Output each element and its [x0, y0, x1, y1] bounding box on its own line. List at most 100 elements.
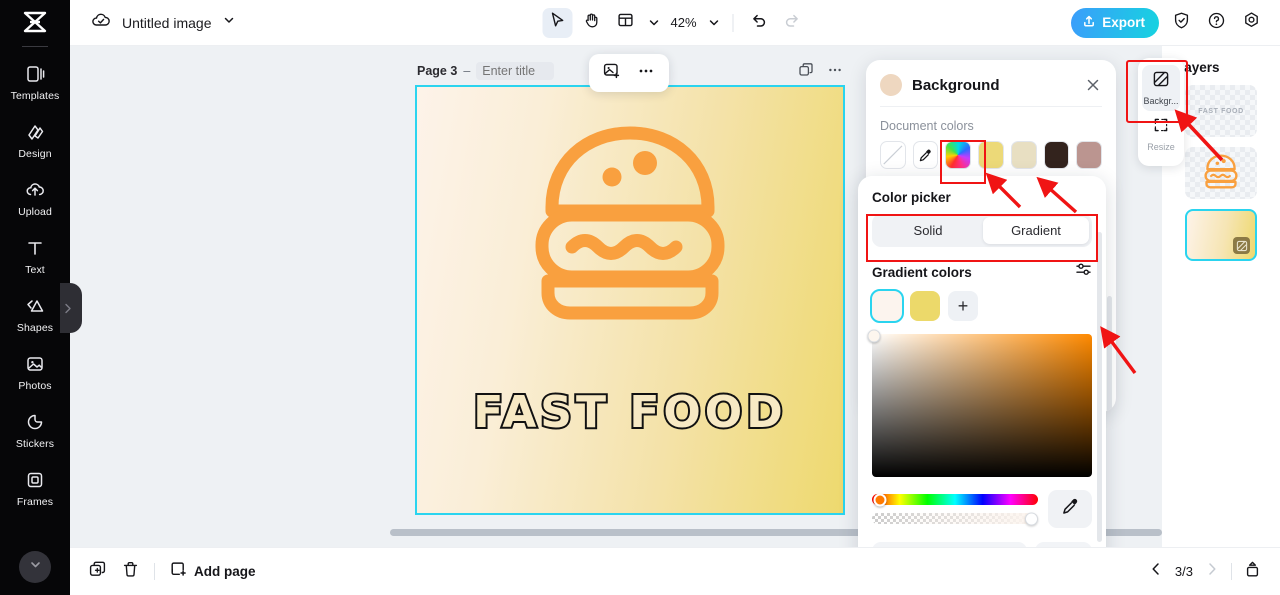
saturation-value-field[interactable]	[867, 329, 1092, 477]
sidebar-label-shapes: Shapes	[16, 321, 54, 334]
swatch-eyedropper[interactable]	[912, 141, 939, 169]
duplicate-page-icon[interactable]	[88, 560, 107, 584]
settings-icon	[1242, 11, 1261, 35]
sidebar-item-frames[interactable]: Frames	[0, 459, 70, 517]
settings-button[interactable]	[1238, 10, 1264, 36]
bottom-toolbar: Add page 3/3	[70, 547, 1280, 595]
duplicate-icon[interactable]	[798, 62, 814, 83]
zoom-chevron-down-icon[interactable]	[705, 10, 723, 36]
sidebar-item-stickers[interactable]: Stickers	[0, 401, 70, 459]
hand-tool-button[interactable]	[577, 8, 607, 38]
layer-item-text[interactable]: FAST FOOD	[1185, 85, 1257, 137]
page-indicator: 3/3	[1174, 564, 1193, 579]
hand-icon	[583, 11, 601, 34]
document-title-chevron-down-icon[interactable]	[222, 13, 236, 32]
swatch-cream[interactable]	[1010, 141, 1037, 169]
gradient-colors-label: Gradient colors	[872, 264, 972, 280]
canvas-text-fast-food[interactable]: FAST FOOD	[417, 385, 843, 440]
layout-chevron-down-icon[interactable]	[645, 10, 663, 36]
background-panel-title: Background	[912, 76, 1000, 94]
background-panel-close-button[interactable]	[1084, 76, 1102, 94]
sidebar-item-photos[interactable]: Photos	[0, 343, 70, 401]
chevron-left-icon[interactable]	[1148, 561, 1164, 582]
add-gradient-stop-button[interactable]: +	[948, 291, 978, 321]
color-sliders	[872, 493, 1038, 525]
canvas-page-3[interactable]: FAST FOOD	[415, 85, 845, 515]
chevron-right-icon[interactable]	[1204, 561, 1220, 582]
background-layer-badge	[1233, 237, 1250, 254]
alpha-knob[interactable]	[1025, 512, 1038, 525]
page-grid-icon[interactable]	[1243, 560, 1262, 584]
chevron-down-icon	[29, 558, 42, 576]
swatch-yellow[interactable]	[978, 141, 1004, 169]
zoom-level[interactable]: 42%	[667, 15, 701, 30]
gradient-stops-row: +	[858, 289, 1106, 323]
hue-knob[interactable]	[873, 493, 887, 506]
page-title-input[interactable]	[476, 62, 555, 80]
resize-icon	[1152, 116, 1170, 139]
swatch-rainbow-picker[interactable]	[945, 141, 972, 169]
background-color-preview[interactable]	[880, 74, 902, 96]
saturation-knob[interactable]	[867, 329, 881, 343]
shield-check-button[interactable]	[1168, 10, 1194, 36]
add-page-icon	[169, 560, 187, 583]
float-more-button[interactable]	[631, 58, 661, 88]
eyedropper-button[interactable]	[1048, 490, 1092, 528]
color-picker-scrollbar[interactable]	[1097, 232, 1102, 542]
bottom-divider-right	[1231, 563, 1232, 580]
top-toolbar: Untitled image 42% Export	[70, 0, 1280, 46]
stickers-icon	[24, 411, 46, 433]
tab-solid[interactable]: Solid	[875, 217, 981, 244]
photos-icon	[24, 353, 46, 375]
cursor-arrow-icon	[549, 11, 567, 34]
gradient-stop-1[interactable]	[870, 289, 904, 323]
sidebar-label-photos: Photos	[18, 379, 52, 392]
document-colors-swatch-row	[866, 141, 1116, 169]
document-title[interactable]: Untitled image	[122, 15, 212, 31]
toolbar-right-actions: Export	[1071, 7, 1280, 38]
layout-tool-button[interactable]	[611, 8, 641, 38]
swatch-dark-brown[interactable]	[1043, 141, 1070, 169]
select-tool-button[interactable]	[542, 7, 573, 38]
export-button[interactable]: Export	[1071, 7, 1159, 38]
sidebar-expand-handle[interactable]	[60, 283, 82, 333]
alpha-slider[interactable]	[872, 512, 1038, 525]
help-icon	[1207, 11, 1226, 35]
sidebar-divider	[22, 46, 48, 47]
resize-rail-label: Resize	[1147, 142, 1175, 152]
resize-rail-button[interactable]: Resize	[1138, 111, 1184, 157]
add-page-label: Add page	[194, 564, 256, 579]
help-button[interactable]	[1203, 10, 1229, 36]
sliders-icon[interactable]	[1075, 261, 1092, 283]
background-rail-button[interactable]: Backgr...	[1142, 65, 1180, 111]
background-panel-scrollbar[interactable]	[1107, 296, 1112, 412]
redo-icon	[784, 11, 802, 34]
sidebar-item-upload[interactable]: Upload	[0, 169, 70, 227]
burger-illustration[interactable]	[520, 111, 740, 346]
more-horizontal-icon	[637, 62, 655, 85]
layer-item-burger[interactable]	[1185, 147, 1257, 199]
sidebar-item-text[interactable]: Text	[0, 227, 70, 285]
redo-button[interactable]	[778, 8, 808, 38]
trash-icon[interactable]	[121, 560, 140, 584]
page-more-icon[interactable]	[827, 62, 843, 83]
swatch-none[interactable]	[880, 141, 906, 169]
canvas-tools: 42%	[542, 7, 808, 38]
app-logo[interactable]	[0, 0, 70, 44]
sidebar-more-button[interactable]	[19, 551, 51, 583]
undo-button[interactable]	[744, 8, 774, 38]
burger-thumb-icon	[1201, 152, 1241, 195]
add-page-button[interactable]: Add page	[169, 560, 256, 583]
layer-text-preview: FAST FOOD	[1198, 107, 1244, 115]
tab-gradient[interactable]: Gradient	[983, 217, 1089, 244]
eyedropper-icon	[1061, 497, 1080, 521]
sidebar-item-templates[interactable]: Templates	[0, 53, 70, 111]
sidebar-item-design[interactable]: Design	[0, 111, 70, 169]
add-image-button[interactable]	[597, 58, 627, 88]
hue-slider[interactable]	[872, 493, 1038, 506]
sidebar-label-design: Design	[18, 147, 52, 160]
swatch-dusty-rose[interactable]	[1076, 141, 1103, 169]
layer-item-background[interactable]	[1185, 209, 1257, 261]
text-icon	[24, 237, 46, 259]
gradient-stop-2[interactable]	[910, 291, 940, 321]
